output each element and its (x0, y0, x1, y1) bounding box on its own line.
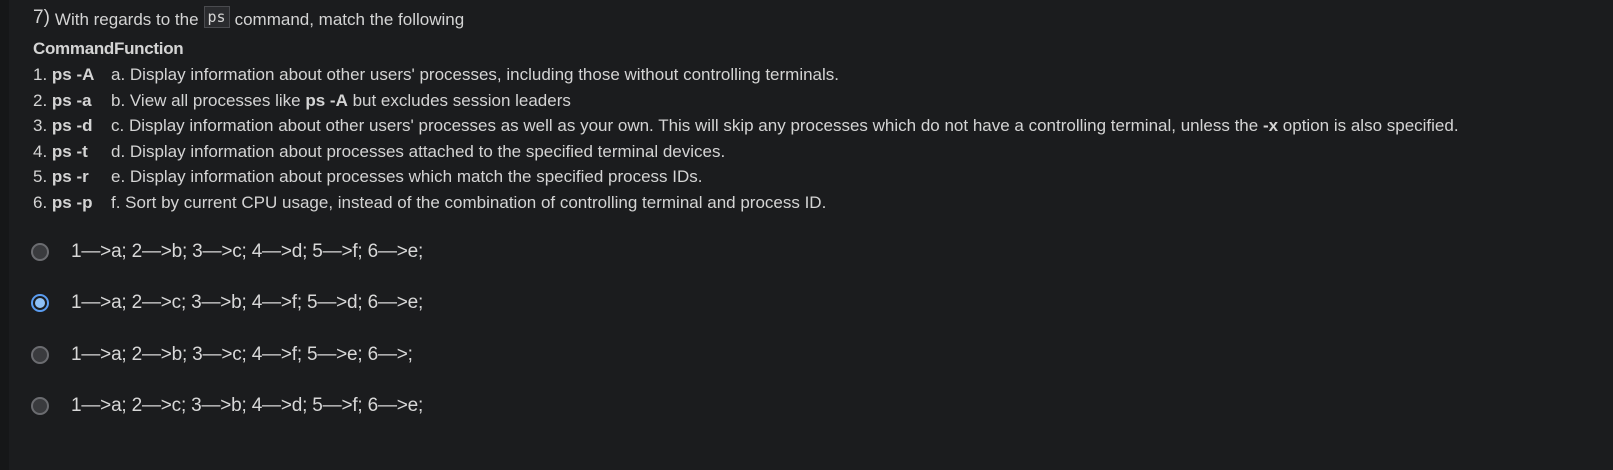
match-table-header: CommandFunction (33, 39, 184, 58)
command-name: ps -d (51, 116, 93, 135)
radio-button[interactable] (31, 345, 49, 364)
answer-option-3[interactable]: 1—>a; 2—>b; 3—>c; 4—>f; 5—>e; 6—>; (31, 329, 423, 381)
answer-option-1[interactable]: 1—>a; 2—>b; 3—>c; 4—>d; 5—>f; 6—>e; (31, 226, 423, 278)
function-c-text-end: option is also specified. (1282, 116, 1459, 135)
radio-button[interactable] (31, 242, 49, 261)
function-b-text: b. View all processes like (111, 90, 301, 110)
command-name: ps -p (51, 192, 93, 212)
question-prefix: With regards to the (54, 10, 199, 29)
radio-button[interactable] (31, 397, 49, 416)
radio-button-selected[interactable] (31, 294, 49, 313)
function-e: e. Display information about processes w… (111, 167, 703, 186)
match-row-5: 5. ps -r e. Display information about pr… (33, 164, 1593, 190)
inline-code-ps: ps (203, 6, 230, 28)
function-b-bold: ps -A (305, 90, 348, 110)
command-name: ps -t (51, 141, 88, 161)
match-row-4: 4. ps -t d. Display information about pr… (33, 139, 1593, 165)
option-label: 1—>a; 2—>c; 3—>b; 4—>d; 5—>f; 6—>e; (71, 395, 424, 417)
question-suffix: command, match the following (234, 10, 465, 29)
match-row-1: 1. ps -A a. Display information about ot… (33, 62, 1593, 88)
match-row-3: 3. ps -d c. Display information about ot… (33, 113, 1593, 139)
answer-option-2[interactable]: 1—>a; 2—>c; 3—>b; 4—>f; 5—>d; 6—>e; (31, 278, 423, 330)
command-number: 1. (33, 65, 48, 84)
match-row-2: 2. ps -a b. View all processes like ps -… (33, 88, 1593, 114)
option-label: 1—>a; 2—>b; 3—>c; 4—>f; 5—>e; 6—>; (71, 343, 413, 365)
command-name: ps -A (51, 65, 95, 84)
command-number: 2. (33, 90, 48, 110)
function-b-text-end: but excludes session leaders (352, 90, 571, 110)
command-name: ps -r (51, 167, 89, 186)
function-d: d. Display information about processes a… (111, 141, 726, 161)
function-f: f. Sort by current CPU usage, instead of… (111, 192, 827, 212)
command-number: 4. (33, 141, 48, 161)
command-name: ps -a (51, 90, 92, 110)
function-c-text: c. Display information about other users… (111, 116, 1259, 135)
question-number: 7) (33, 7, 50, 28)
left-edge-strip (0, 0, 9, 470)
option-label: 1—>a; 2—>b; 3—>c; 4—>d; 5—>f; 6—>e; (71, 240, 424, 262)
function-a: a. Display information about other users… (111, 65, 840, 84)
answer-option-4[interactable]: 1—>a; 2—>c; 3—>b; 4—>d; 5—>f; 6—>e; (31, 381, 423, 433)
function-b: b. View all processes like ps -A but exc… (111, 88, 571, 114)
question-block: 7) With regards to the ps command, match… (33, 4, 1593, 215)
function-c: c. Display information about other users… (111, 113, 1459, 139)
answer-options: 1—>a; 2—>b; 3—>c; 4—>d; 5—>f; 6—>e; 1—>a… (31, 226, 423, 432)
command-number: 6. (33, 192, 48, 212)
question-prompt: 7) With regards to the ps command, match… (33, 4, 1593, 36)
option-label: 1—>a; 2—>c; 3—>b; 4—>f; 5—>d; 6—>e; (71, 292, 424, 314)
function-c-bold: -x (1262, 116, 1279, 135)
command-number: 3. (33, 116, 48, 135)
command-number: 5. (33, 167, 48, 186)
match-row-6: 6. ps -p f. Sort by current CPU usage, i… (33, 190, 1593, 216)
